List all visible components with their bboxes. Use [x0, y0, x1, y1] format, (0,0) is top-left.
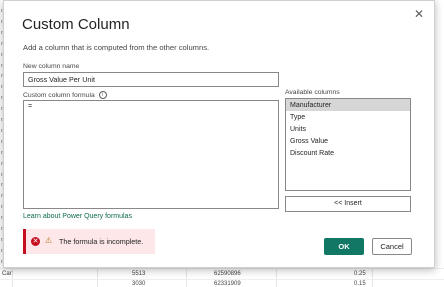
close-icon[interactable]: ✕ [414, 7, 424, 21]
available-columns-label: Available columns [285, 89, 340, 96]
available-column-item[interactable]: Manufacturer [286, 99, 410, 111]
available-column-item[interactable]: Discount Rate [286, 147, 410, 159]
formula-label: Custom column formula i [23, 91, 107, 99]
new-column-name-input[interactable]: Gross Value Per Unit [23, 72, 279, 87]
available-column-item[interactable]: Type [286, 111, 410, 123]
insert-button[interactable]: << Insert [285, 196, 411, 212]
new-column-label: New column name [23, 63, 80, 70]
formula-label-text: Custom column formula [23, 91, 95, 99]
ok-button[interactable]: OK [324, 238, 364, 255]
table-cell: 62590896 [214, 271, 241, 277]
available-column-item[interactable]: Gross Value [286, 135, 410, 147]
error-icon: ✕ [31, 237, 40, 246]
warning-icon: ⚠ [45, 236, 53, 245]
table-cell: 5513 [132, 271, 146, 277]
learn-power-query-link[interactable]: Learn about Power Query formulas [23, 213, 132, 220]
dialog-description: Add a column that is computed from the o… [23, 43, 210, 52]
available-column-item[interactable]: Units [286, 123, 410, 135]
dialog-title: Custom Column [22, 16, 130, 33]
error-message: The formula is incomplete. [59, 237, 144, 246]
info-icon[interactable]: i [98, 91, 107, 99]
table-cell: 0.25 [354, 271, 366, 277]
table-cell: 3030 [132, 281, 146, 287]
row-divider [0, 268, 444, 269]
custom-column-dialog: Custom Column ✕ Add a column that is com… [3, 0, 435, 268]
custom-column-formula-input[interactable]: = [23, 100, 279, 209]
cancel-button[interactable]: Cancel [372, 238, 412, 255]
error-banner: ✕ ⚠ The formula is incomplete. [23, 229, 155, 254]
table-cell: 62331909 [214, 281, 241, 287]
row-divider [0, 279, 444, 280]
table-cell: 0.15 [354, 281, 366, 287]
available-columns-list[interactable]: Manufacturer Type Units Gross Value Discount… [285, 98, 411, 191]
table-cell: Car [2, 271, 12, 277]
